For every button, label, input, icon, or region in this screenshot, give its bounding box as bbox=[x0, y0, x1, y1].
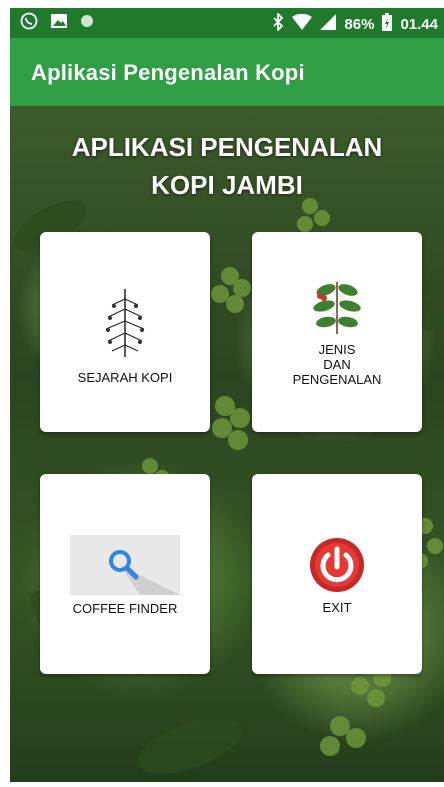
battery-charging-icon bbox=[382, 13, 393, 35]
jenis-label-line3: PENGENALAN bbox=[292, 372, 382, 387]
whatsapp-icon bbox=[20, 12, 38, 35]
circle-icon bbox=[80, 14, 94, 33]
sejarah-kopi-button[interactable]: SEJARAH KOPI bbox=[40, 232, 210, 432]
jenis-dan-pengenalan-label: JENIS DAN PENGENALAN bbox=[293, 342, 382, 387]
power-icon bbox=[307, 536, 367, 594]
app-title: Aplikasi Pengenalan Kopi bbox=[31, 60, 305, 85]
coffee-branch-icon bbox=[307, 276, 367, 338]
exit-label: EXIT bbox=[322, 600, 352, 615]
coffee-plant-sketch-icon bbox=[95, 284, 155, 360]
coffee-finder-label: COFFEE FINDER bbox=[72, 601, 178, 616]
jenis-label-line2: DAN bbox=[323, 357, 351, 372]
bluetooth-icon bbox=[272, 11, 284, 35]
status-right: 86% 01.44 bbox=[272, 11, 438, 35]
battery-percent: 86% bbox=[344, 15, 375, 33]
sejarah-kopi-label: SEJARAH KOPI bbox=[77, 370, 173, 385]
exit-button[interactable]: EXIT bbox=[252, 474, 422, 674]
coffee-finder-button[interactable]: COFFEE FINDER bbox=[40, 474, 210, 674]
image-icon bbox=[50, 13, 68, 34]
main-heading: APLIKASI PENGENALAN KOPI JAMBI bbox=[10, 128, 444, 204]
status-bar: 86% 01.44 bbox=[10, 8, 444, 38]
search-icon bbox=[70, 535, 180, 595]
status-left-icons bbox=[20, 12, 94, 35]
main-heading-line1: APLIKASI PENGENALAN bbox=[71, 132, 383, 162]
wifi-icon bbox=[292, 13, 313, 34]
jenis-label-line1: JENIS bbox=[318, 342, 356, 357]
clock: 01.44 bbox=[400, 15, 438, 33]
main-content: APLIKASI PENGENALAN KOPI JAMBI SEJARAH K… bbox=[10, 106, 444, 782]
signal-icon bbox=[320, 14, 337, 34]
jenis-dan-pengenalan-button[interactable]: JENIS DAN PENGENALAN bbox=[252, 232, 422, 432]
main-heading-line2: KOPI JAMBI bbox=[151, 170, 303, 200]
app-bar: Aplikasi Pengenalan Kopi bbox=[10, 38, 444, 106]
coffee-plant-background bbox=[14, 198, 443, 774]
phone-screen: 86% 01.44 Aplikasi Pengenalan Kopi APLIK… bbox=[10, 8, 444, 782]
